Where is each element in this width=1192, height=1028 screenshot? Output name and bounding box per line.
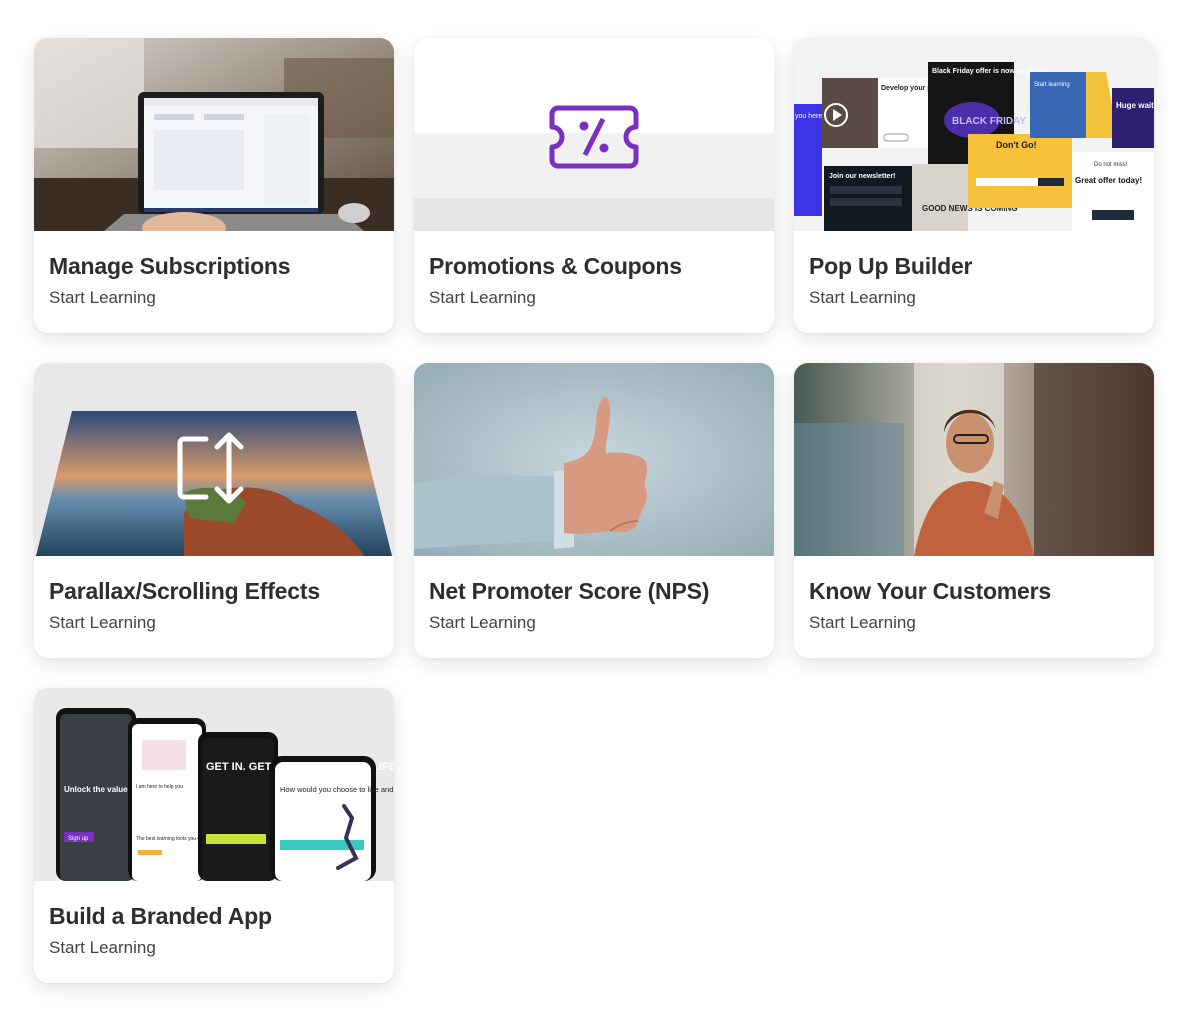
start-learning-link[interactable]: Start Learning: [429, 612, 759, 634]
card-title: Manage Subscriptions: [49, 253, 291, 279]
start-learning-link[interactable]: Start Learning: [49, 287, 379, 309]
card-manage-subscriptions[interactable]: Manage Subscriptions Start Learning: [34, 38, 394, 333]
popup-text: BLACK FRIDAY: [952, 116, 1026, 127]
card-know-your-customers[interactable]: Know Your Customers Start Learning: [794, 363, 1154, 658]
popup-text: Do not miss!: [1094, 162, 1128, 168]
coupon-image: [414, 38, 774, 231]
thumbs-up-image: [414, 363, 774, 556]
popup-text: Don't Go!: [996, 140, 1037, 150]
start-learning-link[interactable]: Start Learning: [809, 612, 1139, 634]
start-learning-link[interactable]: Start Learning: [809, 287, 1139, 309]
start-learning-link[interactable]: Start Learning: [49, 612, 379, 634]
start-learning-link[interactable]: Start Learning: [429, 287, 759, 309]
popup-collage-image: you here! Grab your Develop your profess…: [794, 38, 1154, 231]
card-title: Pop Up Builder: [809, 253, 973, 279]
card-title: Net Promoter Score (NPS): [429, 578, 710, 604]
phone-text: I am here to help you: [136, 784, 183, 790]
card-net-promoter-score[interactable]: Net Promoter Score (NPS) Start Learning: [414, 363, 774, 658]
start-learning-link[interactable]: Start Learning: [49, 937, 379, 959]
phone-mockups-image: Unlock the value of Human Capital Sign u…: [34, 688, 394, 881]
card-pop-up-builder[interactable]: you here! Grab your Develop your profess…: [794, 38, 1154, 333]
popup-text: Huge waiting: [1116, 101, 1154, 110]
card-title: Parallax/Scrolling Effects: [49, 578, 320, 604]
card-title: Build a Branded App: [49, 903, 272, 929]
card-title: Promotions & Coupons: [429, 253, 682, 279]
popup-text: Great offer today!: [1075, 176, 1142, 185]
card-promotions-coupons[interactable]: Promotions & Coupons Start Learning: [414, 38, 774, 333]
card-parallax-scrolling[interactable]: Parallax/Scrolling Effects Start Learnin…: [34, 363, 394, 658]
popup-text: Start learning: [1034, 82, 1070, 88]
phone-text: Sign up: [68, 836, 89, 842]
course-grid: Manage Subscriptions Start Learning Prom…: [34, 38, 1154, 983]
laptop-dashboard-image: [34, 38, 394, 231]
popup-text: Join our newsletter!: [829, 173, 896, 180]
card-build-branded-app[interactable]: Unlock the value of Human Capital Sign u…: [34, 688, 394, 983]
parallax-landscape-image: [34, 363, 394, 556]
card-title: Know Your Customers: [809, 578, 1051, 604]
phone-text: How would you choose to live and lead if…: [280, 785, 394, 794]
woman-at-desk-image: [794, 363, 1154, 556]
